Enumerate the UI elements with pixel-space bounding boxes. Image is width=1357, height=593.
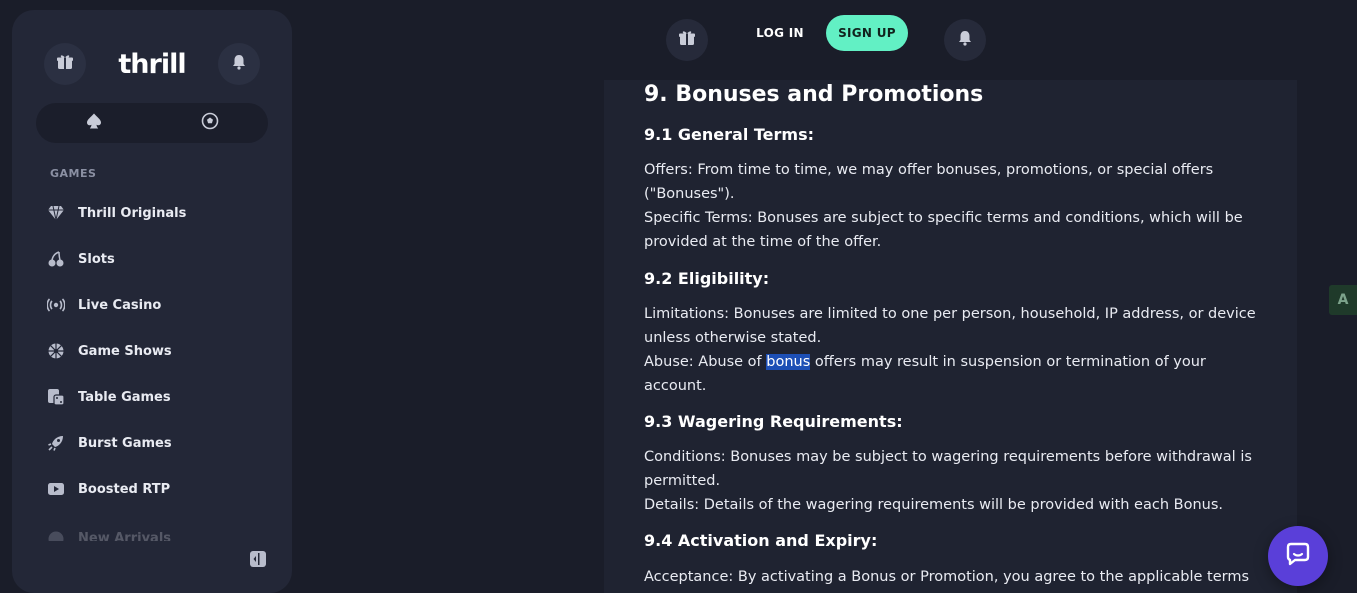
gift-icon (678, 29, 696, 51)
live-broadcast-icon (46, 295, 66, 315)
sidebar-item-label: Live Casino (78, 297, 162, 313)
sidebar-item-label: Table Games (78, 389, 171, 405)
new-icon (46, 529, 66, 541)
sidebar-item-table-games[interactable]: Table Games (46, 379, 266, 415)
section-title: 9. Bonuses and Promotions (644, 82, 984, 107)
sidebar-item-label: Burst Games (78, 435, 172, 451)
gift-icon (56, 53, 74, 75)
paragraph-conditions: Conditions: Bonuses may be subject to wa… (644, 449, 1252, 489)
sports-mode-button[interactable] (152, 103, 268, 143)
subsection-heading-wagering: 9.3 Wagering Requirements: (644, 412, 903, 431)
thrill-logo[interactable]: thrill (115, 43, 189, 85)
translate-icon: A (1337, 292, 1349, 308)
diamond-icon (46, 203, 66, 223)
paragraph-acceptance: Acceptance: By activating a Bonus or Pro… (644, 569, 1250, 585)
boost-icon (46, 479, 66, 499)
collapse-panel-icon (249, 550, 267, 572)
sidebar-item-live-casino[interactable]: Live Casino (46, 287, 266, 323)
selected-text-highlight: bonus (766, 354, 811, 370)
bell-icon (230, 53, 248, 75)
subsection-heading-eligibility: 9.2 Eligibility: (644, 269, 770, 288)
rocket-icon (46, 433, 66, 453)
header-gift-button[interactable] (666, 19, 708, 61)
header-notifications-button[interactable] (944, 19, 986, 61)
sidebar-item-slots[interactable]: Slots (46, 241, 266, 277)
games-section-label: GAMES (50, 167, 97, 180)
signup-button[interactable]: SIGN UP (826, 15, 908, 51)
abuse-text-start: Abuse: Abuse of (644, 354, 767, 370)
sidebar-notifications-button[interactable] (218, 43, 260, 85)
sidebar-item-label: Game Shows (78, 343, 172, 359)
bell-icon (956, 29, 974, 51)
casino-sports-switch (36, 103, 268, 143)
soccer-ball-icon (201, 112, 219, 134)
sidebar-item-boosted-rtp[interactable]: Boosted RTP (46, 471, 266, 507)
sidebar-item-game-shows[interactable]: Game Shows (46, 333, 266, 369)
subsection-heading-general-terms: 9.1 General Terms: (644, 125, 815, 144)
sidebar-item-label: Boosted RTP (78, 481, 171, 497)
sidebar-gift-button[interactable] (44, 43, 86, 85)
sidebar-item-label: New Arrivals (78, 531, 172, 541)
spade-icon (85, 112, 103, 134)
casino-mode-button[interactable] (36, 103, 152, 143)
sidebar-item-new-arrivals[interactable]: New Arrivals (46, 517, 266, 541)
wheel-icon (46, 341, 66, 361)
sidebar: thrill GAMES Thrill Originals Slots Live… (12, 10, 292, 593)
paragraph-offers: Offers: From time to time, we may offer … (644, 162, 1214, 202)
login-button[interactable]: LOG IN (744, 17, 816, 49)
live-chat-button[interactable] (1268, 526, 1328, 586)
cherries-icon (46, 249, 66, 269)
subsection-heading-activation: 9.4 Activation and Expiry: (644, 531, 878, 550)
sidebar-item-thrill-originals[interactable]: Thrill Originals (46, 195, 266, 231)
sidebar-item-label: Slots (78, 251, 115, 267)
sidebar-item-burst-games[interactable]: Burst Games (46, 425, 266, 461)
translate-widget[interactable]: A (1329, 285, 1357, 315)
sidebar-collapse-button[interactable] (248, 551, 268, 571)
paragraph-limitations: Limitations: Bonuses are limited to one … (644, 306, 1256, 346)
paragraph-details: Details: Details of the wagering require… (644, 497, 1223, 513)
paragraph-specific-terms: Specific Terms: Bonuses are subject to s… (644, 210, 1243, 250)
sidebar-item-label: Thrill Originals (78, 205, 187, 221)
terms-content-panel: 9. Bonuses and Promotions 9.1 General Te… (604, 80, 1297, 593)
dice-card-icon (46, 387, 66, 407)
paragraph-abuse: Abuse: Abuse of bonus offers may result … (644, 350, 1259, 398)
chat-bubble-icon (1285, 541, 1311, 571)
